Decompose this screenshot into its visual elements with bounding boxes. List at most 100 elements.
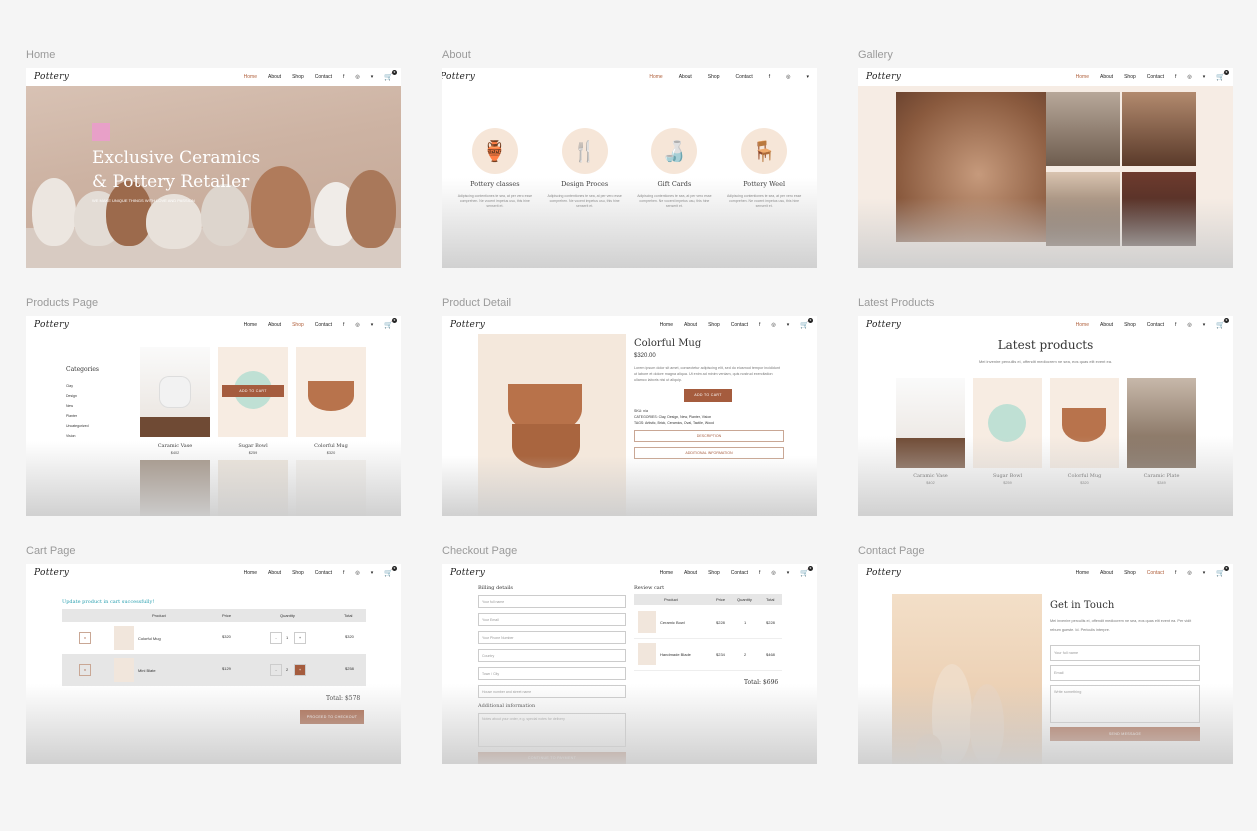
facebook-icon[interactable]: f bbox=[1175, 74, 1176, 80]
nav-about[interactable]: About bbox=[268, 74, 281, 80]
nav-home[interactable]: Home bbox=[1076, 570, 1089, 576]
nav-home[interactable]: Home bbox=[244, 322, 257, 328]
facebook-icon[interactable]: f bbox=[759, 322, 760, 328]
nav-contact[interactable]: Contact bbox=[1147, 322, 1164, 328]
twitter-icon[interactable]: ▾ bbox=[806, 74, 809, 80]
twitter-icon[interactable]: ▾ bbox=[371, 322, 374, 328]
nav-shop[interactable]: Shop bbox=[292, 322, 304, 328]
cart-icon[interactable]: 🛒 0 bbox=[1216, 318, 1229, 329]
cart-icon[interactable]: 🛒 0 bbox=[1216, 566, 1229, 577]
tab-additional-info[interactable]: ADDITIONAL INFORMATION bbox=[634, 447, 784, 459]
product-card-info[interactable]: Colorful Mug $320 bbox=[1050, 473, 1119, 485]
facebook-icon[interactable]: f bbox=[769, 74, 770, 80]
product-card-info[interactable]: Colorful Mug $320 bbox=[296, 443, 366, 455]
nav-contact[interactable]: Contact bbox=[735, 74, 752, 80]
logo[interactable]: Pottery bbox=[866, 72, 901, 82]
category-item[interactable]: Design bbox=[66, 391, 99, 401]
email-input[interactable]: Email bbox=[1050, 665, 1200, 681]
qty-minus-button[interactable]: - bbox=[270, 632, 282, 644]
add-to-cart-button[interactable]: ADD TO CART bbox=[684, 389, 732, 402]
qty-minus-button[interactable]: - bbox=[270, 664, 282, 676]
billing-input[interactable]: Country bbox=[478, 649, 626, 662]
nav-shop[interactable]: Shop bbox=[708, 74, 720, 80]
send-message-button[interactable]: SEND MESSAGE bbox=[1050, 727, 1200, 741]
logo[interactable]: Pottery bbox=[34, 72, 69, 82]
nav-shop[interactable]: Shop bbox=[1124, 74, 1136, 80]
message-textarea[interactable]: Write something bbox=[1050, 685, 1200, 723]
logo[interactable]: Pottery bbox=[442, 72, 475, 82]
nav-shop[interactable]: Shop bbox=[708, 570, 720, 576]
category-item[interactable]: Planter bbox=[66, 411, 99, 421]
nav-contact[interactable]: Contact bbox=[731, 322, 748, 328]
nav-home[interactable]: Home bbox=[649, 74, 662, 80]
product-image[interactable] bbox=[140, 460, 210, 516]
nav-shop[interactable]: Shop bbox=[292, 570, 304, 576]
logo[interactable]: Pottery bbox=[866, 568, 901, 578]
nav-contact[interactable]: Contact bbox=[1147, 74, 1164, 80]
nav-about[interactable]: About bbox=[684, 322, 697, 328]
product-image-vase[interactable] bbox=[140, 347, 210, 437]
nav-about[interactable]: About bbox=[1100, 322, 1113, 328]
product-image[interactable] bbox=[973, 378, 1042, 468]
twitter-icon[interactable]: ▾ bbox=[371, 74, 374, 80]
facebook-icon[interactable]: f bbox=[1175, 570, 1176, 576]
order-notes-textarea[interactable]: Notes about your order, e.g. special not… bbox=[478, 713, 626, 747]
nav-shop[interactable]: Shop bbox=[708, 322, 720, 328]
facebook-icon[interactable]: f bbox=[1175, 322, 1176, 328]
product-image[interactable] bbox=[1127, 378, 1196, 468]
continue-to-payment-button[interactable]: CONTINUE TO PAYMENT bbox=[478, 752, 626, 764]
gallery-image-wheel[interactable] bbox=[896, 92, 1046, 242]
billing-input[interactable]: Your full name bbox=[478, 595, 626, 608]
nav-about[interactable]: About bbox=[1100, 570, 1113, 576]
twitter-icon[interactable]: ▾ bbox=[1203, 322, 1206, 328]
qty-plus-button[interactable]: + bbox=[294, 632, 306, 644]
product-card-info[interactable]: Sugar Bowl $259 bbox=[973, 473, 1042, 485]
logo[interactable]: Pottery bbox=[450, 320, 485, 330]
tab-description[interactable]: DESCRIPTION bbox=[634, 430, 784, 442]
billing-input[interactable]: House number and street name bbox=[478, 685, 626, 698]
logo[interactable]: Pottery bbox=[34, 568, 69, 578]
category-item[interactable]: New bbox=[66, 401, 99, 411]
nav-contact[interactable]: Contact bbox=[315, 74, 332, 80]
billing-input[interactable]: Your Email bbox=[478, 613, 626, 626]
nav-shop[interactable]: Shop bbox=[1124, 570, 1136, 576]
frame-products[interactable]: Pottery Home About Shop Contact f ◎ ▾ 🛒 0… bbox=[26, 316, 401, 516]
nav-contact[interactable]: Contact bbox=[1147, 570, 1164, 576]
cart-icon[interactable]: 🛒 0 bbox=[800, 318, 813, 329]
product-image[interactable] bbox=[296, 460, 366, 516]
cart-icon[interactable]: 🛒 0 bbox=[384, 566, 397, 577]
twitter-icon[interactable]: ▾ bbox=[787, 322, 790, 328]
facebook-icon[interactable]: f bbox=[343, 74, 344, 80]
nav-home[interactable]: Home bbox=[1076, 74, 1089, 80]
qty-plus-button[interactable]: + bbox=[294, 664, 306, 676]
gallery-image[interactable] bbox=[1046, 172, 1120, 246]
nav-about[interactable]: About bbox=[684, 570, 697, 576]
product-image-mug[interactable] bbox=[296, 347, 366, 437]
product-image-main[interactable] bbox=[478, 334, 626, 516]
cart-icon[interactable]: 🛒 0 bbox=[384, 318, 397, 329]
frame-checkout[interactable]: Pottery Home About Shop Contact f ◎ ▾ 🛒 0… bbox=[442, 564, 817, 764]
nav-about[interactable]: About bbox=[1100, 74, 1113, 80]
gallery-image[interactable] bbox=[1122, 172, 1196, 246]
instagram-icon[interactable]: ◎ bbox=[355, 322, 359, 328]
product-card-info[interactable]: Caramic Vase $402 bbox=[896, 473, 965, 485]
gallery-image[interactable] bbox=[1122, 92, 1196, 166]
facebook-icon[interactable]: f bbox=[759, 570, 760, 576]
instagram-icon[interactable]: ◎ bbox=[355, 570, 359, 576]
product-image[interactable] bbox=[1050, 378, 1119, 468]
instagram-icon[interactable]: ◎ bbox=[1187, 570, 1191, 576]
instagram-icon[interactable]: ◎ bbox=[1187, 322, 1191, 328]
nav-shop[interactable]: Shop bbox=[292, 74, 304, 80]
cart-icon[interactable]: 🛒 0 bbox=[384, 70, 397, 81]
name-input[interactable]: Your full name bbox=[1050, 645, 1200, 661]
twitter-icon[interactable]: ▾ bbox=[1203, 570, 1206, 576]
frame-contact[interactable]: Pottery Home About Shop Contact f ◎ ▾ 🛒 0… bbox=[858, 564, 1233, 764]
nav-home[interactable]: Home bbox=[660, 322, 673, 328]
instagram-icon[interactable]: ◎ bbox=[355, 74, 359, 80]
category-item[interactable]: Vision bbox=[66, 431, 99, 441]
frame-latest[interactable]: Pottery Home About Shop Contact f ◎ ▾ 🛒 0… bbox=[858, 316, 1233, 516]
nav-shop[interactable]: Shop bbox=[1124, 322, 1136, 328]
cart-icon[interactable]: 🛒 0 bbox=[800, 566, 813, 577]
qty-value[interactable]: 1 bbox=[286, 635, 288, 640]
instagram-icon[interactable]: ◎ bbox=[1187, 74, 1191, 80]
